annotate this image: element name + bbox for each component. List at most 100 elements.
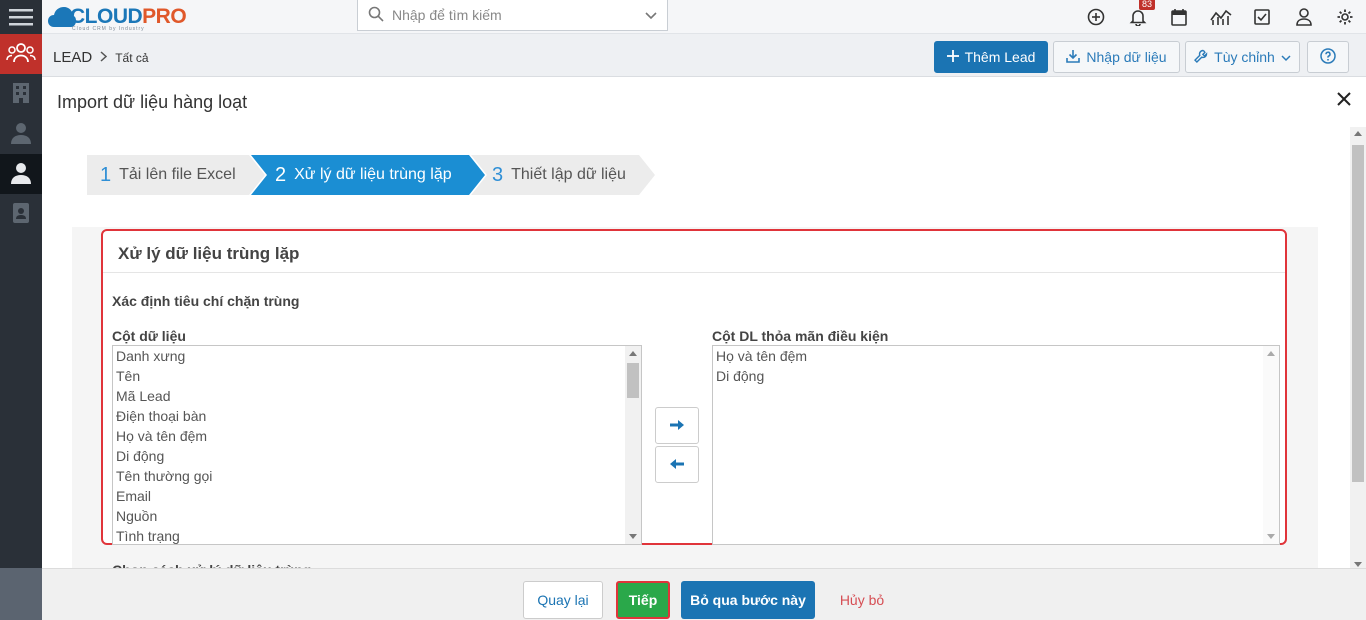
step-3-setup[interactable]: 3 Thiết lập dữ liệu [492,155,626,195]
download-icon [1066,49,1081,66]
building-icon [12,82,30,107]
scroll-down-icon[interactable] [629,534,637,539]
back-button[interactable]: Quay lại [523,581,603,619]
breadcrumb: LEAD Tất cả [53,49,149,66]
logo-tagline: Cloud CRM by Industry [72,26,145,32]
list-item[interactable]: Họ và tên đệm [713,346,1279,366]
question-circle-icon [1320,47,1336,67]
list-item[interactable]: Danh xưng [113,346,641,366]
sidebar-item-customers[interactable] [0,34,42,74]
sidebar-item-leads[interactable] [0,154,42,194]
list-item[interactable]: Di động [713,366,1279,386]
logo-text-accent: PRO [142,5,187,28]
contact-card-icon [12,202,30,227]
target-columns-label: Cột DL thỏa mãn điều kiện [712,328,889,344]
list-item[interactable]: Di động [113,446,641,466]
scroll-up-icon[interactable] [1354,131,1362,136]
list-item[interactable]: Tên [113,366,641,386]
skip-step-button[interactable]: Bỏ qua bước này [681,581,815,619]
source-columns-label: Cột dữ liệu [112,328,186,344]
chevron-down-icon[interactable] [645,7,657,23]
global-search[interactable]: Nhập để tìm kiếm [357,0,668,31]
section-divider [103,272,1285,273]
step-1-label: Tải lên file Excel [119,166,236,183]
modal-scrollbar[interactable] [1350,127,1366,571]
notification-count-badge: 83 [1139,0,1156,10]
reports-chart-icon[interactable] [1200,0,1242,34]
list-item[interactable]: Tình trạng [113,526,641,544]
step-1-number: 1 [100,163,112,186]
hamburger-menu-icon[interactable] [0,0,42,34]
person-icon [11,162,31,187]
plus-icon [946,49,959,65]
target-columns-list[interactable]: Họ và tên đệm Di động [712,345,1280,545]
scrollbar-thumb[interactable] [627,363,639,398]
scroll-down-icon[interactable] [1354,562,1362,567]
cancel-button[interactable]: Hủy bỏ [826,581,898,619]
duplicate-handling-section: Xử lý dữ liệu trùng lặp Xác định tiêu ch… [101,229,1287,545]
top-header: CLOUD PRO Cloud CRM by Industry Nhập để … [42,0,1366,34]
customize-button[interactable]: Tùy chỉnh [1185,41,1300,73]
source-list-scrollbar[interactable] [625,346,641,544]
search-input[interactable]: Nhập để tìm kiếm [392,7,645,23]
notification-bell-icon[interactable]: 83 [1117,0,1159,34]
sidebar-item-contact-card[interactable] [0,194,42,234]
modal-footer: Quay lại Tiếp Bỏ qua bước này Hủy bỏ [42,568,1366,620]
source-columns-list[interactable]: Danh xưng Tên Mã Lead Điện thoại bàn Họ … [112,345,642,545]
section-title: Xử lý dữ liệu trùng lặp [118,244,300,263]
target-list-scrollbar[interactable] [1263,346,1279,544]
breadcrumb-view[interactable]: Tất cả [115,51,148,65]
import-data-button[interactable]: Nhập dữ liệu [1053,41,1180,73]
import-stepper: 1 Tải lên file Excel 2 Xử lý dữ liệu trù… [87,155,667,195]
arrow-right-icon [669,418,685,434]
wrench-icon [1194,49,1208,66]
task-checkbox-icon[interactable] [1242,0,1284,34]
search-icon [368,6,384,25]
chevron-down-icon [1281,49,1291,65]
user-profile-icon[interactable] [1283,0,1325,34]
list-item[interactable]: Họ và tên đệm [113,426,641,446]
step-3-number: 3 [492,163,504,186]
import-modal: Import dữ liệu hàng loạt 1 Tải lên file … [42,77,1366,620]
step-2-label: Xử lý dữ liệu trùng lặp [294,166,452,183]
add-lead-label: Thêm Lead [964,49,1036,65]
list-item[interactable]: Mã Lead [113,386,641,406]
modal-title: Import dữ liệu hàng loạt [57,92,248,112]
step-2-number: 2 [275,163,287,186]
header-actions: 83 [1076,0,1366,34]
step-2-duplicates[interactable]: 2 Xử lý dữ liệu trùng lặp [275,155,452,195]
sidebar-item-organizations[interactable] [0,74,42,114]
move-left-button[interactable] [655,446,699,483]
scroll-down-icon[interactable] [1267,534,1275,539]
list-item[interactable]: Tên thường gọi [113,466,641,486]
next-button[interactable]: Tiếp [616,581,670,619]
list-item[interactable]: Điện thoại bàn [113,406,641,426]
calendar-icon[interactable] [1159,0,1201,34]
chevron-right-icon [100,50,108,65]
help-button[interactable] [1307,41,1349,73]
settings-gear-icon[interactable] [1325,0,1366,34]
move-right-button[interactable] [655,407,699,444]
criteria-label: Xác định tiêu chí chặn trùng [112,293,300,309]
add-lead-button[interactable]: Thêm Lead [934,41,1048,73]
sidebar-bottom-strip [0,568,42,620]
scrollbar-thumb[interactable] [1352,145,1364,482]
arrow-left-icon [669,457,685,473]
list-item[interactable]: Nguồn [113,506,641,526]
sidebar-item-contacts[interactable] [0,114,42,154]
scroll-up-icon[interactable] [629,351,637,356]
close-icon[interactable] [1334,89,1354,109]
add-circle-icon[interactable] [1076,0,1118,34]
cloudpro-logo[interactable]: CLOUD PRO Cloud CRM by Industry [48,3,187,32]
breadcrumb-module[interactable]: LEAD [53,49,92,66]
scroll-up-icon[interactable] [1267,351,1275,356]
person-tie-icon [11,122,31,147]
left-sidebar [0,0,42,620]
list-item[interactable]: Email [113,486,641,506]
users-group-icon [6,41,36,68]
step-1-upload[interactable]: 1 Tải lên file Excel [100,155,236,195]
customize-label: Tùy chỉnh [1214,49,1275,65]
import-data-label: Nhập dữ liệu [1086,49,1167,65]
step-3-label: Thiết lập dữ liệu [511,166,626,183]
breadcrumb-bar: LEAD Tất cả Thêm Lead Nhập dữ liệu Tùy c… [42,34,1366,77]
